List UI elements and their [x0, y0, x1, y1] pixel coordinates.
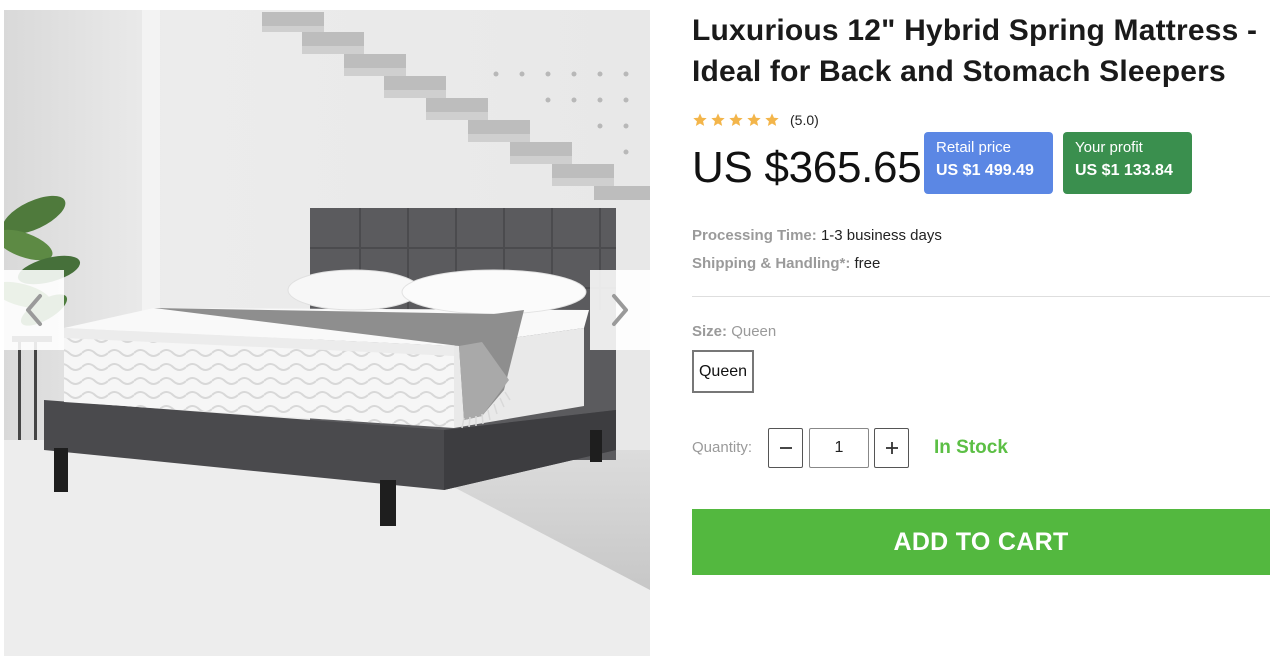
- processing-time-label: Processing Time:: [692, 227, 817, 244]
- product-price: US $365.65: [692, 143, 922, 192]
- size-label: Size:: [692, 323, 728, 340]
- chevron-right-icon: [612, 294, 628, 326]
- stock-status: In Stock: [934, 437, 1008, 458]
- product-image: [4, 10, 650, 656]
- chevron-left-icon: [26, 294, 42, 326]
- add-to-cart-button[interactable]: ADD TO CART: [692, 509, 1270, 575]
- profit-badge: Your profit US $1 133.84: [1063, 132, 1192, 194]
- processing-time-value: 1-3 business days: [820, 227, 942, 244]
- star-icon: [765, 113, 779, 126]
- size-selected-value: Queen: [731, 323, 777, 340]
- quantity-decrease-button[interactable]: [768, 428, 803, 468]
- quantity-label: Quantity:: [692, 439, 753, 456]
- retail-price-value: US $1 499.49: [936, 162, 1034, 179]
- size-selector-label: Size: Queen: [692, 323, 776, 340]
- quantity-increase-button[interactable]: [874, 428, 909, 468]
- gallery-next-button[interactable]: [590, 270, 650, 350]
- retail-price-badge: Retail price US $1 499.49: [924, 132, 1053, 194]
- shipping-label: Shipping & Handling*:: [692, 255, 851, 272]
- product-rating: (5.0): [692, 112, 819, 128]
- product-image-gallery: [4, 10, 650, 656]
- profit-label: Your profit: [1075, 139, 1143, 156]
- star-icon: [693, 113, 707, 126]
- quantity-input[interactable]: [809, 428, 869, 468]
- minus-icon: [779, 447, 792, 449]
- processing-time: Processing Time: 1-3 business days: [692, 227, 942, 244]
- plus-icon: [885, 442, 898, 454]
- rating-value: (5.0): [790, 112, 819, 128]
- size-option-queen[interactable]: Queen: [692, 350, 754, 393]
- rating-stars: [692, 112, 780, 128]
- divider: [692, 296, 1270, 297]
- shipping-value: free: [854, 255, 881, 272]
- star-icon: [729, 113, 743, 126]
- shipping-handling: Shipping & Handling*: free: [692, 255, 880, 272]
- gallery-prev-button[interactable]: [4, 270, 64, 350]
- star-icon: [747, 113, 761, 126]
- star-icon: [711, 113, 725, 126]
- product-title: Luxurious 12" Hybrid Spring Mattress - I…: [692, 14, 1258, 88]
- retail-price-label: Retail price: [936, 139, 1012, 156]
- product-details: Luxurious 12" Hybrid Spring Mattress - I…: [692, 10, 1270, 575]
- profit-value: US $1 133.84: [1075, 162, 1173, 179]
